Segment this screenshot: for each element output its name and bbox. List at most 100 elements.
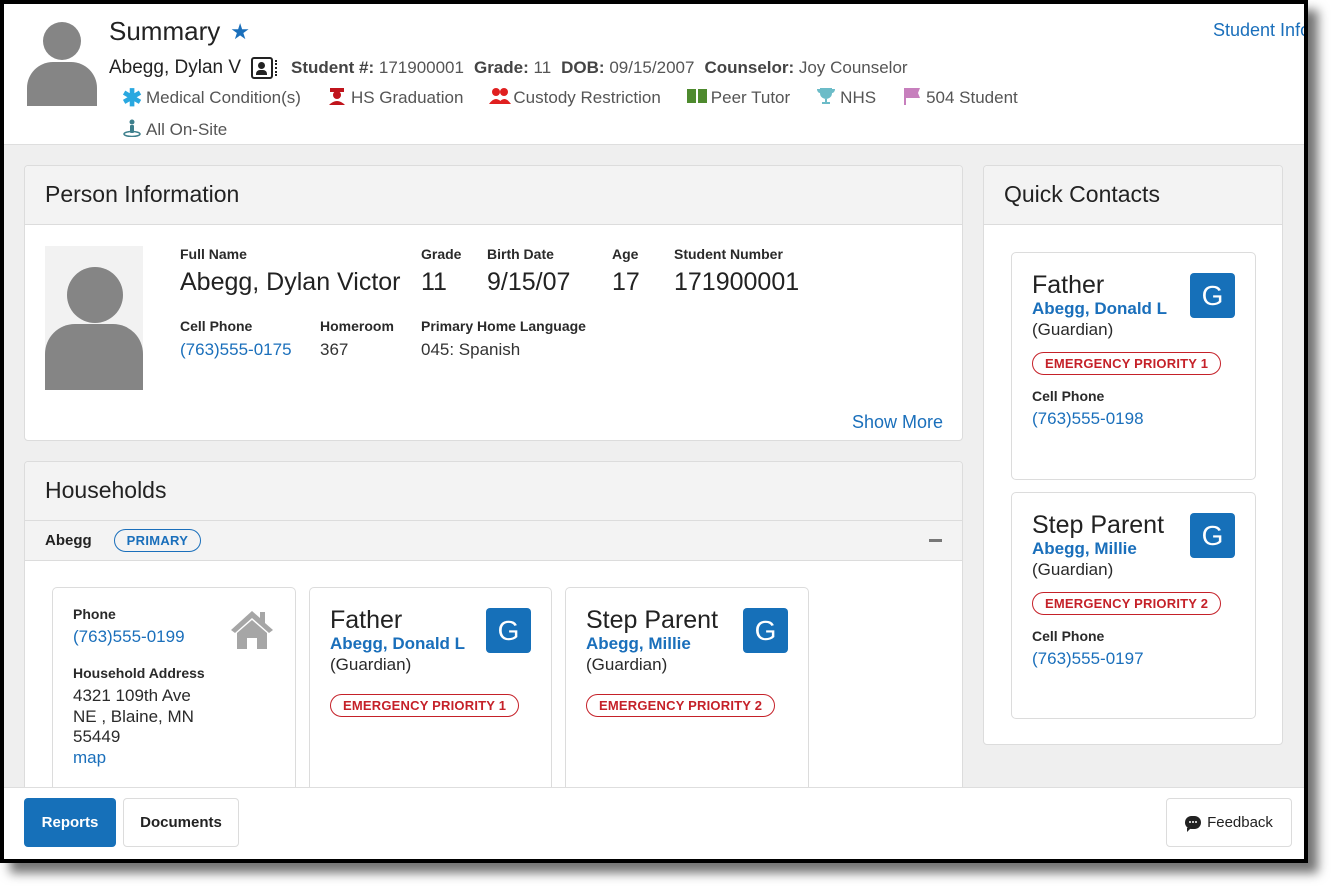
- field-grade: Grade 11: [421, 246, 461, 297]
- student-id-row: Abegg, Dylan V Student #: 171900001 Grad…: [109, 57, 918, 79]
- field-full-name: Full Name Abegg, Dylan Victor: [180, 246, 401, 297]
- guardian-badge: G: [743, 608, 788, 653]
- field-value: 9/15/07: [487, 268, 571, 296]
- quick-contacts-card: Quick Contacts Father Abegg, Donald L (G…: [983, 165, 1283, 745]
- flag-hs-graduation[interactable]: HS Graduation: [327, 86, 463, 110]
- household-address-label: Household Address: [73, 665, 205, 681]
- field-home-language: Primary Home Language 045: Spanish: [421, 318, 586, 360]
- reports-button[interactable]: Reports: [24, 798, 116, 847]
- quick-contact-card: Father Abegg, Donald L (Guardian) EMERGE…: [1011, 252, 1256, 480]
- collapse-icon[interactable]: [929, 539, 942, 542]
- flag-label: Medical Condition(s): [146, 88, 301, 107]
- photo-body: [45, 324, 143, 390]
- cell-phone-link[interactable]: (763)555-0197: [1032, 649, 1235, 669]
- field-label: Student Number: [674, 246, 783, 262]
- meta-value: Joy Counselor: [798, 58, 908, 77]
- flag-label: Custody Restriction: [513, 88, 661, 107]
- page-title: Summary ★: [109, 16, 250, 47]
- chat-icon: [1185, 816, 1202, 832]
- field-value: Abegg, Dylan Victor: [180, 268, 401, 296]
- student-info-link[interactable]: Student Info: [1213, 20, 1304, 41]
- page-title-text: Summary: [109, 16, 221, 46]
- student-header: Summary ★ Student Info Abegg, Dylan V St…: [4, 4, 1304, 145]
- person-information-card: Person Information Full Name Abegg, Dyla…: [24, 165, 963, 441]
- flag-label: NHS: [840, 88, 877, 107]
- footer-toolbar: Reports Documents Feedback: [4, 787, 1304, 859]
- flag-504[interactable]: 504 Student: [902, 86, 1018, 110]
- households-title: Households: [25, 462, 962, 521]
- meta-counselor: Counselor: Joy Counselor: [704, 58, 907, 78]
- field-value: 171900001: [674, 268, 800, 296]
- documents-button[interactable]: Documents: [123, 798, 239, 847]
- emergency-priority-badge: EMERGENCY PRIORITY 1: [1032, 352, 1222, 375]
- quick-contacts-title: Quick Contacts: [984, 166, 1282, 225]
- meta-value: 09/15/2007: [609, 58, 695, 77]
- contact-card-icon[interactable]: [251, 57, 278, 79]
- field-label: Homeroom: [320, 318, 394, 334]
- emergency-priority-badge: EMERGENCY PRIORITY 1: [330, 694, 520, 717]
- avatar-head: [43, 22, 81, 60]
- guardian-badge: G: [486, 608, 531, 653]
- trophy-icon: [816, 87, 836, 110]
- field-label: Full Name: [180, 246, 247, 262]
- photo-head: [67, 267, 123, 323]
- field-age: Age 17: [612, 246, 640, 297]
- field-value: 11: [421, 268, 447, 296]
- meta-label: Student #:: [291, 58, 375, 77]
- cell-phone-label: Cell Phone: [1032, 628, 1105, 644]
- users-icon: [489, 87, 512, 110]
- flag-label: 504 Student: [926, 88, 1018, 107]
- flag-label: All On-Site: [146, 120, 228, 139]
- feedback-label: Feedback: [1207, 814, 1273, 831]
- emergency-priority-badge: EMERGENCY PRIORITY 2: [1032, 592, 1222, 615]
- cell-phone-link[interactable]: (763)555-0175: [180, 340, 292, 360]
- student-avatar: [27, 20, 97, 106]
- flag-medical[interactable]: ✱ Medical Condition(s): [122, 85, 301, 112]
- meta-student-number: Student #: 171900001: [291, 58, 464, 78]
- field-homeroom: Homeroom 367: [320, 318, 394, 360]
- emergency-priority-badge: EMERGENCY PRIORITY 2: [586, 694, 776, 717]
- feedback-button[interactable]: Feedback: [1166, 798, 1292, 847]
- household-name: Abegg: [45, 532, 92, 549]
- households-card: Households Abegg PRIMARY Phone (763)555-…: [24, 461, 963, 801]
- field-value: 367: [320, 340, 349, 359]
- flag-nhs[interactable]: NHS: [816, 86, 876, 110]
- flag-label: HS Graduation: [350, 88, 464, 107]
- household-contact-card: Step Parent Abegg, Millie (Guardian) EME…: [565, 587, 809, 800]
- primary-badge: PRIMARY: [113, 529, 202, 552]
- flag-label: Peer Tutor: [710, 88, 791, 107]
- show-more-link[interactable]: Show More: [852, 412, 943, 433]
- star-icon[interactable]: ★: [230, 20, 250, 43]
- household-contact-card: Father Abegg, Donald L (Guardian) EMERGE…: [309, 587, 552, 800]
- person-information-title: Person Information: [25, 166, 962, 225]
- map-link[interactable]: map: [73, 748, 275, 768]
- household-bar: Abegg PRIMARY: [25, 521, 962, 561]
- contact-role: (Guardian): [1032, 320, 1114, 339]
- meta-label: Grade:: [473, 58, 529, 77]
- field-label: Age: [612, 246, 639, 262]
- cell-phone-link[interactable]: (763)555-0198: [1032, 409, 1235, 429]
- meta-dob: DOB: 09/15/2007: [561, 58, 694, 78]
- field-cell-phone: Cell Phone (763)555-0175: [180, 318, 292, 360]
- person-location-icon: [122, 119, 142, 142]
- flag-custody[interactable]: Custody Restriction: [489, 86, 661, 110]
- cell-phone-label: Cell Phone: [1032, 388, 1105, 404]
- flag-all-on-site[interactable]: All On-Site: [122, 118, 227, 142]
- field-label: Primary Home Language: [421, 318, 586, 334]
- meta-grade: Grade: 11: [474, 58, 551, 78]
- home-icon: [229, 608, 275, 650]
- flag-icon: [902, 87, 922, 110]
- contact-role: (Guardian): [586, 655, 668, 674]
- meta-value: 171900001: [378, 58, 464, 77]
- household-info-card: Phone (763)555-0199 Household Address 43…: [52, 587, 296, 800]
- book-icon: [686, 88, 707, 109]
- flag-peer-tutor[interactable]: Peer Tutor: [686, 86, 791, 110]
- student-name: Abegg, Dylan V: [109, 57, 242, 78]
- meta-label: Counselor:: [704, 58, 795, 77]
- meta-value: 11: [533, 58, 552, 77]
- field-label: Cell Phone: [180, 318, 253, 334]
- student-flags: ✱ Medical Condition(s) HS Graduation Cus…: [122, 85, 1082, 142]
- household-address: 4321 109th Ave NE , Blaine, MN 55449: [73, 686, 194, 746]
- field-label: Birth Date: [487, 246, 554, 262]
- field-value: 045: Spanish: [421, 340, 521, 359]
